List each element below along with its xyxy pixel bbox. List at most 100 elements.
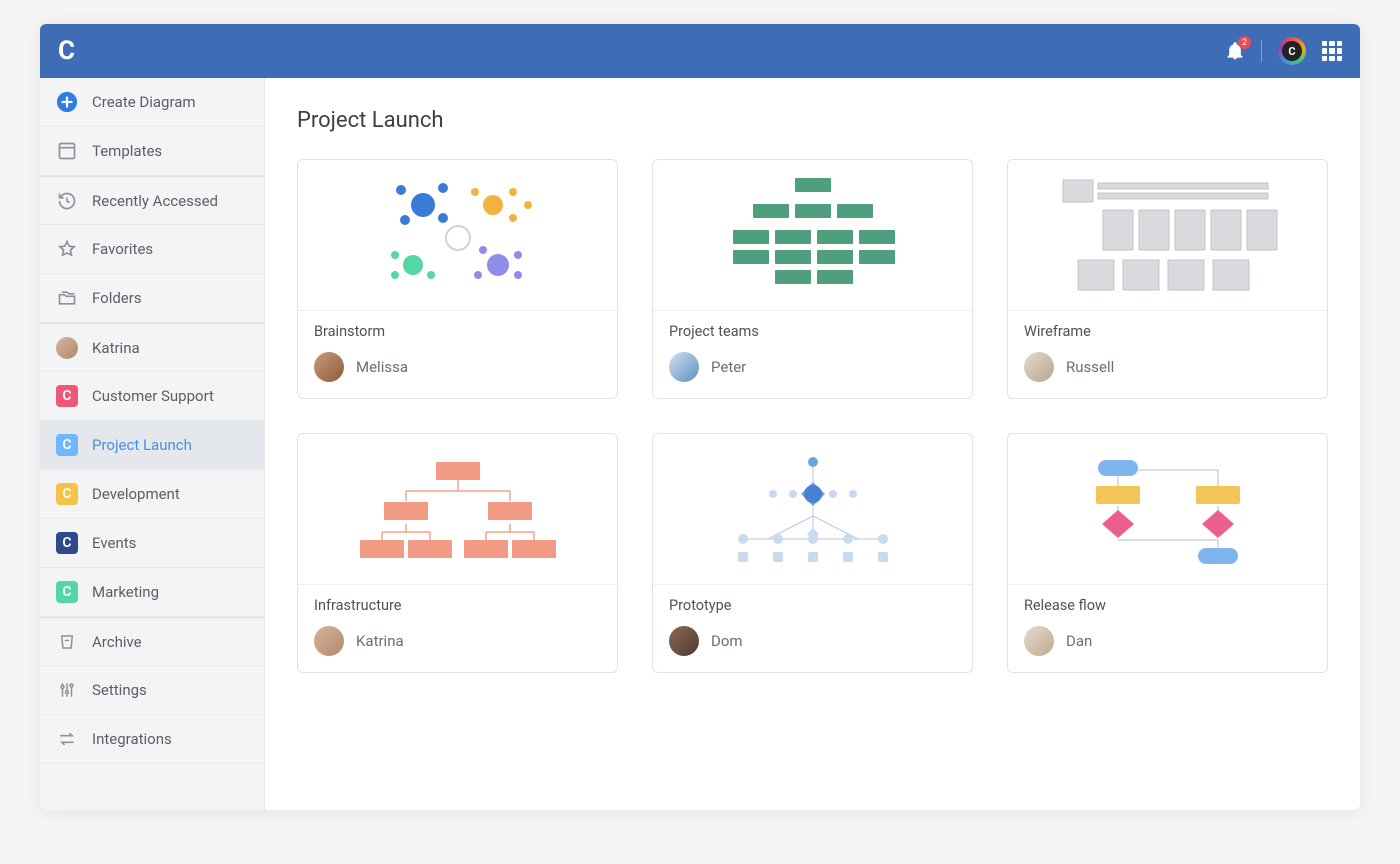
- owner-name: Russell: [1066, 358, 1114, 376]
- header-bar: C 2 C: [40, 24, 1360, 78]
- sidebar-label: Templates: [92, 142, 162, 160]
- diagram-card[interactable]: Wireframe Russell: [1007, 159, 1328, 399]
- header-actions: 2 C: [1225, 37, 1342, 65]
- diagram-thumbnail: [653, 160, 972, 310]
- space-icon: C: [56, 532, 78, 554]
- card-meta: Infrastructure Katrina: [298, 584, 617, 672]
- card-owner: Melissa: [314, 352, 601, 382]
- sidebar-create-diagram[interactable]: Create Diagram: [40, 78, 264, 127]
- card-meta: Brainstorm Melissa: [298, 310, 617, 398]
- card-meta: Wireframe Russell: [1008, 310, 1327, 398]
- sidebar-label: Marketing: [92, 583, 159, 601]
- diagram-card[interactable]: Brainstorm Melissa: [297, 159, 618, 399]
- sidebar-space-events[interactable]: C Events: [40, 519, 264, 568]
- card-title: Prototype: [669, 597, 956, 614]
- space-icon: C: [56, 385, 78, 407]
- card-meta: Project teams Peter: [653, 310, 972, 398]
- card-owner: Dan: [1024, 626, 1311, 656]
- sidebar-recent[interactable]: Recently Accessed: [40, 176, 264, 225]
- body: Create Diagram Templates Recently Access…: [40, 78, 1360, 810]
- templates-icon: [56, 141, 78, 161]
- space-icon: C: [56, 434, 78, 456]
- sliders-icon: [56, 680, 78, 700]
- sidebar-archive[interactable]: Archive: [40, 617, 264, 666]
- folders-icon: [56, 288, 78, 308]
- card-title: Infrastructure: [314, 597, 601, 614]
- sidebar-integrations[interactable]: Integrations: [40, 715, 264, 764]
- star-icon: [56, 239, 78, 259]
- sidebar-space-development[interactable]: C Development: [40, 470, 264, 519]
- diagram-thumbnail: [1008, 434, 1327, 584]
- owner-name: Melissa: [356, 358, 408, 376]
- history-icon: [56, 191, 78, 211]
- card-owner: Russell: [1024, 352, 1311, 382]
- sidebar-folders[interactable]: Folders: [40, 274, 264, 323]
- cards-grid: Brainstorm Melissa Project teams Peter Wiref…: [297, 159, 1328, 673]
- notifications-button[interactable]: 2: [1225, 41, 1245, 61]
- sidebar-label: Archive: [92, 633, 142, 651]
- card-meta: Release flow Dan: [1008, 584, 1327, 672]
- sidebar-label: Create Diagram: [92, 93, 196, 111]
- card-owner: Katrina: [314, 626, 601, 656]
- diagram-card[interactable]: Release flow Dan: [1007, 433, 1328, 673]
- space-icon: C: [56, 581, 78, 603]
- sidebar-label: Favorites: [92, 240, 153, 258]
- sidebar-templates[interactable]: Templates: [40, 127, 264, 176]
- diagram-card[interactable]: Project teams Peter: [652, 159, 973, 399]
- card-title: Brainstorm: [314, 323, 601, 340]
- card-title: Release flow: [1024, 597, 1311, 614]
- account-menu[interactable]: C: [1278, 37, 1306, 65]
- sidebar-label: Customer Support: [92, 387, 214, 405]
- brand-logo[interactable]: C: [58, 38, 75, 64]
- card-title: Project teams: [669, 323, 956, 340]
- sidebar: Create Diagram Templates Recently Access…: [40, 78, 265, 810]
- sidebar-label: Katrina: [92, 339, 140, 357]
- sidebar-favorites[interactable]: Favorites: [40, 225, 264, 274]
- sidebar-label: Integrations: [92, 730, 172, 748]
- owner-name: Katrina: [356, 632, 404, 650]
- space-icon: C: [56, 483, 78, 505]
- sidebar-label: Recently Accessed: [92, 192, 218, 210]
- card-owner: Peter: [669, 352, 956, 382]
- account-avatar: C: [1282, 41, 1302, 61]
- swap-icon: [56, 729, 78, 749]
- sidebar-user[interactable]: Katrina: [40, 323, 264, 372]
- sidebar-label: Events: [92, 534, 136, 552]
- sidebar-space-marketing[interactable]: C Marketing: [40, 568, 264, 617]
- owner-name: Peter: [711, 358, 746, 376]
- card-title: Wireframe: [1024, 323, 1311, 340]
- sidebar-settings[interactable]: Settings: [40, 666, 264, 715]
- sidebar-label: Folders: [92, 289, 142, 307]
- owner-avatar-icon: [314, 352, 344, 382]
- owner-avatar-icon: [669, 626, 699, 656]
- plus-circle-icon: [56, 91, 78, 113]
- owner-name: Dan: [1066, 632, 1092, 650]
- diagram-thumbnail: [653, 434, 972, 584]
- main-content: Project Launch Brainstorm Melissa Project …: [265, 78, 1360, 810]
- diagram-thumbnail: [1008, 160, 1327, 310]
- owner-name: Dom: [711, 632, 743, 650]
- app-window: C 2 C Create Diagram: [40, 24, 1360, 810]
- sidebar-spaces-list: C Customer Support C Project Launch C Develop…: [40, 372, 264, 617]
- divider: [1261, 40, 1262, 62]
- sidebar-label: Project Launch: [92, 436, 192, 454]
- archive-icon: [56, 632, 78, 652]
- diagram-thumbnail: [298, 160, 617, 310]
- owner-avatar-icon: [1024, 626, 1054, 656]
- sidebar-space-project-launch[interactable]: C Project Launch: [40, 421, 264, 470]
- owner-avatar-icon: [314, 626, 344, 656]
- notification-badge: 2: [1238, 36, 1251, 49]
- card-owner: Dom: [669, 626, 956, 656]
- user-avatar-icon: [56, 337, 78, 359]
- page-title: Project Launch: [297, 108, 1328, 133]
- owner-avatar-icon: [1024, 352, 1054, 382]
- owner-avatar-icon: [669, 352, 699, 382]
- sidebar-space-customer-support[interactable]: C Customer Support: [40, 372, 264, 421]
- diagram-thumbnail: [298, 434, 617, 584]
- sidebar-label: Development: [92, 485, 180, 503]
- diagram-card[interactable]: Infrastructure Katrina: [297, 433, 618, 673]
- card-meta: Prototype Dom: [653, 584, 972, 672]
- apps-menu-button[interactable]: [1322, 41, 1342, 61]
- diagram-card[interactable]: Prototype Dom: [652, 433, 973, 673]
- sidebar-label: Settings: [92, 681, 147, 699]
